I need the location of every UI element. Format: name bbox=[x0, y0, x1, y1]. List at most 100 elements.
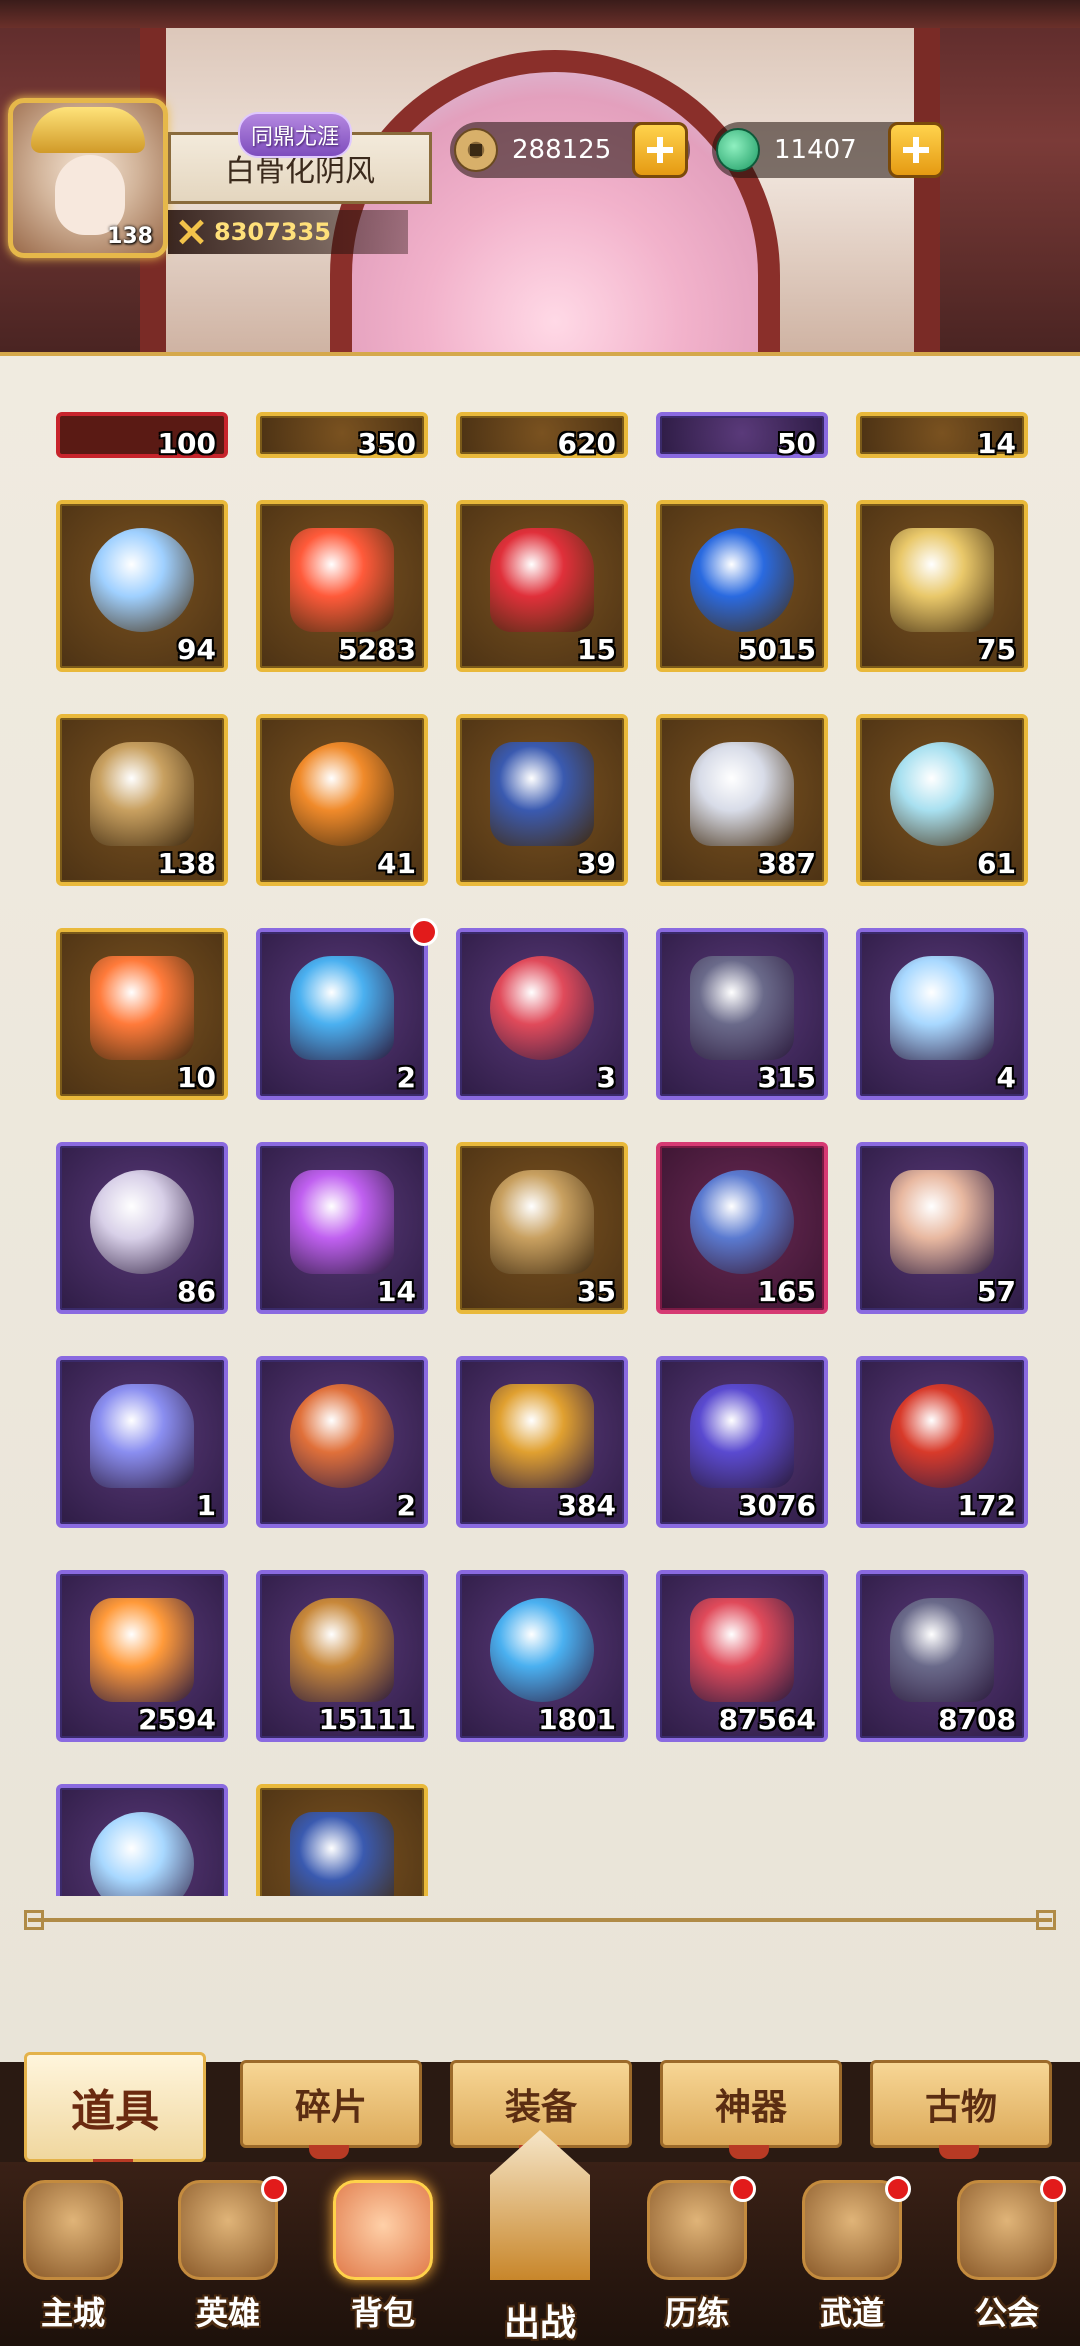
item-slot[interactable]: 57 bbox=[856, 1142, 1028, 1314]
blue-rune-icon bbox=[90, 1170, 194, 1274]
roof-eave bbox=[0, 0, 1080, 28]
bronze-disc-icon bbox=[290, 1170, 394, 1274]
blue-pile-icon bbox=[690, 528, 794, 632]
item-count: 61 bbox=[977, 847, 1016, 880]
item-slot[interactable]: 165 bbox=[656, 1142, 828, 1314]
item-slot[interactable]: 5283 bbox=[256, 500, 428, 672]
nav-backpack-label: 背包 bbox=[350, 2294, 415, 2332]
item-slot[interactable]: 87564 bbox=[656, 1570, 828, 1742]
tab-equipment-label: 装备 bbox=[504, 2086, 577, 2128]
item-slot[interactable]: 14 bbox=[856, 412, 1028, 460]
nav-main-city[interactable]: 主城 bbox=[8, 2180, 138, 2340]
nav-backpack[interactable]: 背包 bbox=[318, 2180, 448, 2340]
item-slot[interactable]: 387 bbox=[656, 714, 828, 886]
city-gate-icon bbox=[23, 2180, 123, 2280]
tab-fragments[interactable]: 碎片 bbox=[240, 2060, 422, 2159]
item-slot[interactable]: 30000 bbox=[56, 1784, 228, 1896]
copper-coin-icon bbox=[454, 128, 498, 172]
item-count: 165 bbox=[757, 1275, 816, 1308]
knot-icon bbox=[939, 2145, 979, 2159]
add-jade-button[interactable] bbox=[888, 122, 944, 178]
item-slot[interactable]: 14400 bbox=[256, 1784, 428, 1896]
tab-items[interactable]: 道具 bbox=[24, 2052, 206, 2173]
red-swirl-icon bbox=[890, 1384, 994, 1488]
fire-paw-icon bbox=[90, 1598, 194, 1702]
ice-crystal-icon bbox=[90, 1812, 194, 1896]
guild-tag-label: 同鼎尤涯 bbox=[250, 125, 339, 150]
item-slot[interactable]: 5015 bbox=[656, 500, 828, 672]
tab-fragments-label: 碎片 bbox=[294, 2086, 367, 2128]
item-count: 138 bbox=[157, 847, 216, 880]
swirl-orb-icon bbox=[290, 742, 394, 846]
item-slot[interactable]: 2 bbox=[256, 1356, 428, 1528]
item-count: 15 bbox=[577, 633, 616, 666]
item-grid: 100 350 620 50 14 94 5283 15 5015 75 138 41 39 3… bbox=[56, 356, 1028, 1896]
item-count: 41 bbox=[377, 847, 416, 880]
item-slot[interactable]: 39 bbox=[456, 714, 628, 886]
item-count: 14 bbox=[977, 427, 1016, 460]
item-slot[interactable]: 2594 bbox=[56, 1570, 228, 1742]
item-slot[interactable]: 2 bbox=[256, 918, 438, 1100]
guild-tag[interactable]: 同鼎尤涯 bbox=[238, 112, 352, 158]
item-count: 5283 bbox=[338, 633, 416, 666]
red-gem-icon bbox=[490, 528, 594, 632]
item-slot[interactable]: 3 bbox=[456, 928, 628, 1100]
coin-amount: 288125 bbox=[512, 135, 612, 165]
inventory-scroll-area[interactable]: 100 350 620 50 14 94 5283 15 5015 75 138 41 39 3… bbox=[26, 356, 1054, 1896]
tab-antiques[interactable]: 古物 bbox=[870, 2060, 1052, 2159]
nav-training[interactable]: 历练 bbox=[632, 2176, 762, 2340]
notification-dot bbox=[261, 2176, 287, 2202]
blue-crystal-icon bbox=[90, 528, 194, 632]
item-slot[interactable]: 8708 bbox=[856, 1570, 1028, 1742]
add-coins-button[interactable] bbox=[632, 122, 688, 178]
item-slot[interactable]: 620 bbox=[456, 412, 628, 460]
item-slot[interactable]: 1801 bbox=[456, 1570, 628, 1742]
item-count: 2 bbox=[396, 1061, 416, 1094]
item-slot[interactable]: 384 bbox=[456, 1356, 628, 1528]
item-slot[interactable]: 172 bbox=[856, 1356, 1028, 1528]
item-slot[interactable]: 50 bbox=[656, 412, 828, 460]
item-slot[interactable]: 15111 bbox=[256, 1570, 428, 1742]
nav-martial[interactable]: 武道 bbox=[787, 2176, 917, 2340]
item-count: 15111 bbox=[318, 1703, 416, 1736]
knot-icon bbox=[309, 2145, 349, 2159]
item-slot[interactable]: 10 bbox=[56, 928, 228, 1100]
purple-gem-icon bbox=[490, 956, 594, 1060]
tab-artifacts-label: 神器 bbox=[714, 2086, 787, 2128]
item-slot[interactable]: 350 bbox=[256, 412, 428, 460]
avatar-crown-icon bbox=[31, 107, 145, 153]
go-stones-icon bbox=[690, 956, 794, 1060]
item-slot[interactable]: 61 bbox=[856, 714, 1028, 886]
item-slot[interactable]: 86 bbox=[56, 1142, 228, 1314]
lot-tags-icon bbox=[890, 1170, 994, 1274]
item-slot[interactable]: 100 bbox=[56, 412, 228, 460]
item-count: 50 bbox=[777, 427, 816, 460]
item-slot[interactable]: 14 bbox=[256, 1142, 428, 1314]
purple-box-icon bbox=[290, 956, 394, 1060]
player-level: 138 bbox=[107, 224, 153, 249]
item-slot[interactable]: 1 bbox=[56, 1356, 228, 1528]
tab-artifacts[interactable]: 神器 bbox=[660, 2060, 842, 2159]
item-count: 620 bbox=[557, 427, 616, 460]
item-count: 39 bbox=[577, 847, 616, 880]
flame-orb-icon bbox=[90, 956, 194, 1060]
nav-heroes-label: 英雄 bbox=[195, 2294, 260, 2332]
item-slot[interactable]: 3076 bbox=[656, 1356, 828, 1528]
commission-paper-icon bbox=[90, 1384, 194, 1488]
item-slot[interactable]: 4 bbox=[856, 928, 1028, 1100]
item-slot[interactable]: 315 bbox=[656, 928, 828, 1100]
item-slot[interactable]: 75 bbox=[856, 500, 1028, 672]
item-slot[interactable]: 15 bbox=[456, 500, 628, 672]
nav-battle[interactable]: 出战 bbox=[470, 2130, 610, 2344]
item-slot[interactable]: 94 bbox=[56, 500, 228, 672]
player-avatar[interactable]: 138 bbox=[8, 98, 168, 258]
item-count: 2 bbox=[396, 1489, 416, 1522]
item-count: 3 bbox=[596, 1061, 616, 1094]
item-slot[interactable]: 41 bbox=[256, 714, 428, 886]
nav-heroes[interactable]: 英雄 bbox=[163, 2176, 293, 2340]
notification-dot bbox=[885, 2176, 911, 2202]
nav-guild[interactable]: 公会 bbox=[942, 2176, 1072, 2340]
item-slot[interactable]: 138 bbox=[56, 714, 228, 886]
item-count: 1 bbox=[196, 1489, 216, 1522]
item-slot[interactable]: 35 bbox=[456, 1142, 628, 1314]
